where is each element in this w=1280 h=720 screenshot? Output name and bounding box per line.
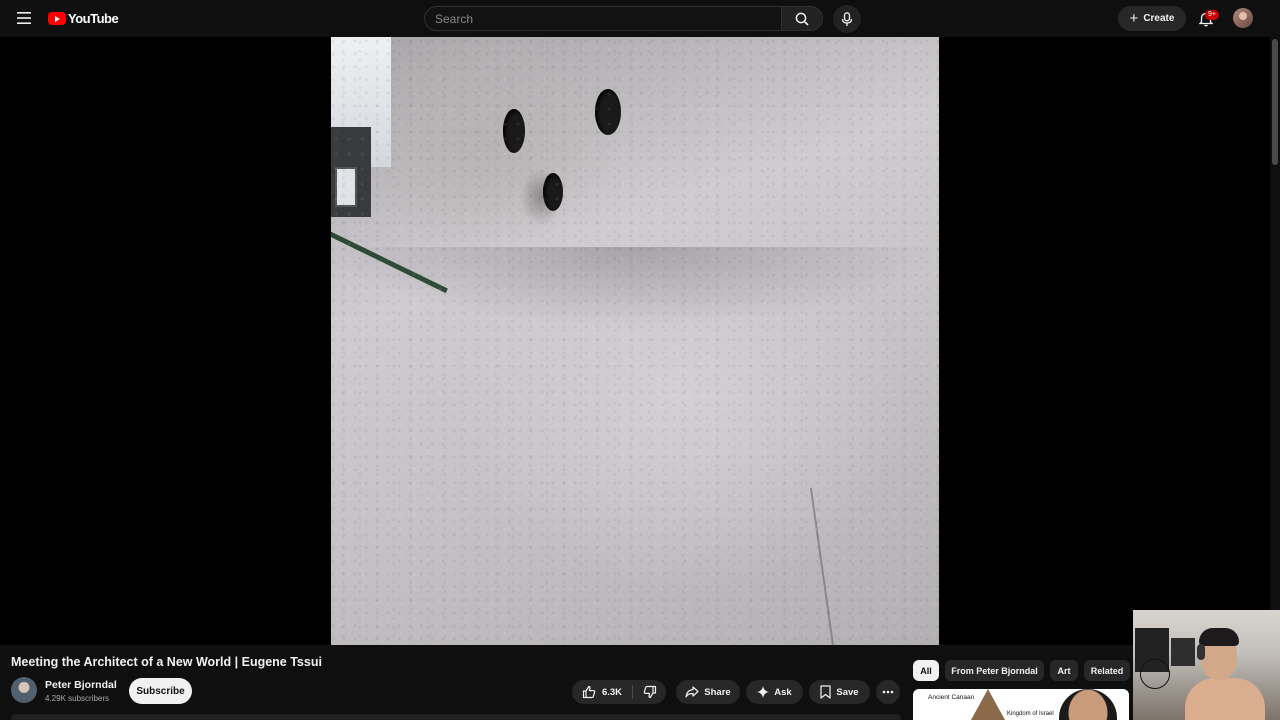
- mic-icon: [841, 11, 853, 26]
- channel-name[interactable]: Peter Bjorndal: [45, 679, 117, 691]
- share-button[interactable]: Share: [676, 680, 740, 704]
- channel-avatar[interactable]: [11, 677, 37, 703]
- chip-from-channel[interactable]: From Peter Bjorndal: [945, 660, 1044, 681]
- scrollbar-thumb[interactable]: [1272, 39, 1278, 165]
- sparkle-icon: [757, 686, 770, 698]
- create-button[interactable]: + Create: [1118, 6, 1186, 31]
- webcam-person-hair: [1199, 628, 1239, 646]
- webcam-person-body: [1185, 678, 1265, 720]
- like-count: 6.3K: [601, 686, 623, 698]
- plus-icon: +: [1129, 9, 1139, 27]
- more-icon: [882, 690, 894, 694]
- thumbnail-text: Ancient Canaan: [928, 694, 975, 701]
- thumbnail-text: Kingdom of Israel: [1007, 711, 1054, 717]
- recommended-video-thumbnail[interactable]: Ancient Canaan Kingdom of Israel: [913, 689, 1129, 720]
- search-button[interactable]: [781, 6, 823, 31]
- voice-search-button[interactable]: [833, 5, 861, 33]
- like-dislike-group: 6.3K: [572, 680, 666, 704]
- account-avatar[interactable]: [1233, 8, 1253, 28]
- share-label: Share: [704, 686, 731, 698]
- create-label: Create: [1143, 13, 1175, 24]
- video-player[interactable]: [0, 37, 1270, 645]
- like-button[interactable]: 6.3K: [572, 680, 632, 704]
- webcam-monitor: [1171, 638, 1195, 666]
- thumbnail-face: [1059, 689, 1117, 720]
- logo-text: YouTube: [68, 11, 119, 26]
- ask-button[interactable]: Ask: [746, 680, 803, 704]
- youtube-logo[interactable]: YouTube: [48, 9, 119, 28]
- ask-label: Ask: [774, 686, 792, 698]
- menu-icon: [17, 12, 31, 24]
- webcam-headset: [1197, 644, 1205, 660]
- thumbs-up-icon: [582, 685, 596, 699]
- top-bar: YouTube + Create 9+: [0, 0, 1280, 37]
- chip-all[interactable]: All: [913, 660, 939, 681]
- video-frame[interactable]: [331, 37, 939, 645]
- video-title: Meeting the Architect of a New World | E…: [11, 655, 322, 669]
- search-input[interactable]: [425, 7, 781, 30]
- subscriber-count: 4.29K subscribers: [45, 694, 110, 703]
- save-label: Save: [836, 686, 859, 698]
- webcam-cursor-circle: [1140, 659, 1170, 689]
- search-box: [424, 6, 782, 31]
- thumbnail-pyramid: [971, 689, 1005, 720]
- chip-related[interactable]: Related: [1084, 660, 1130, 681]
- thumbs-down-icon: [643, 685, 656, 699]
- menu-button[interactable]: [12, 6, 36, 30]
- chip-art[interactable]: Art: [1050, 660, 1078, 681]
- description-box-edge[interactable]: [11, 714, 901, 720]
- bookmark-icon: [820, 685, 832, 699]
- webcam-overlay: [1133, 610, 1280, 720]
- video-texture: [331, 37, 939, 645]
- subscribe-button[interactable]: Subscribe: [129, 678, 192, 704]
- notification-badge: 9+: [1205, 10, 1219, 20]
- more-actions-button[interactable]: [876, 680, 900, 704]
- search-icon: [795, 12, 809, 26]
- share-icon: [685, 686, 699, 698]
- dislike-button[interactable]: [633, 680, 666, 704]
- youtube-logo-icon: [48, 12, 66, 25]
- save-button[interactable]: Save: [809, 680, 870, 704]
